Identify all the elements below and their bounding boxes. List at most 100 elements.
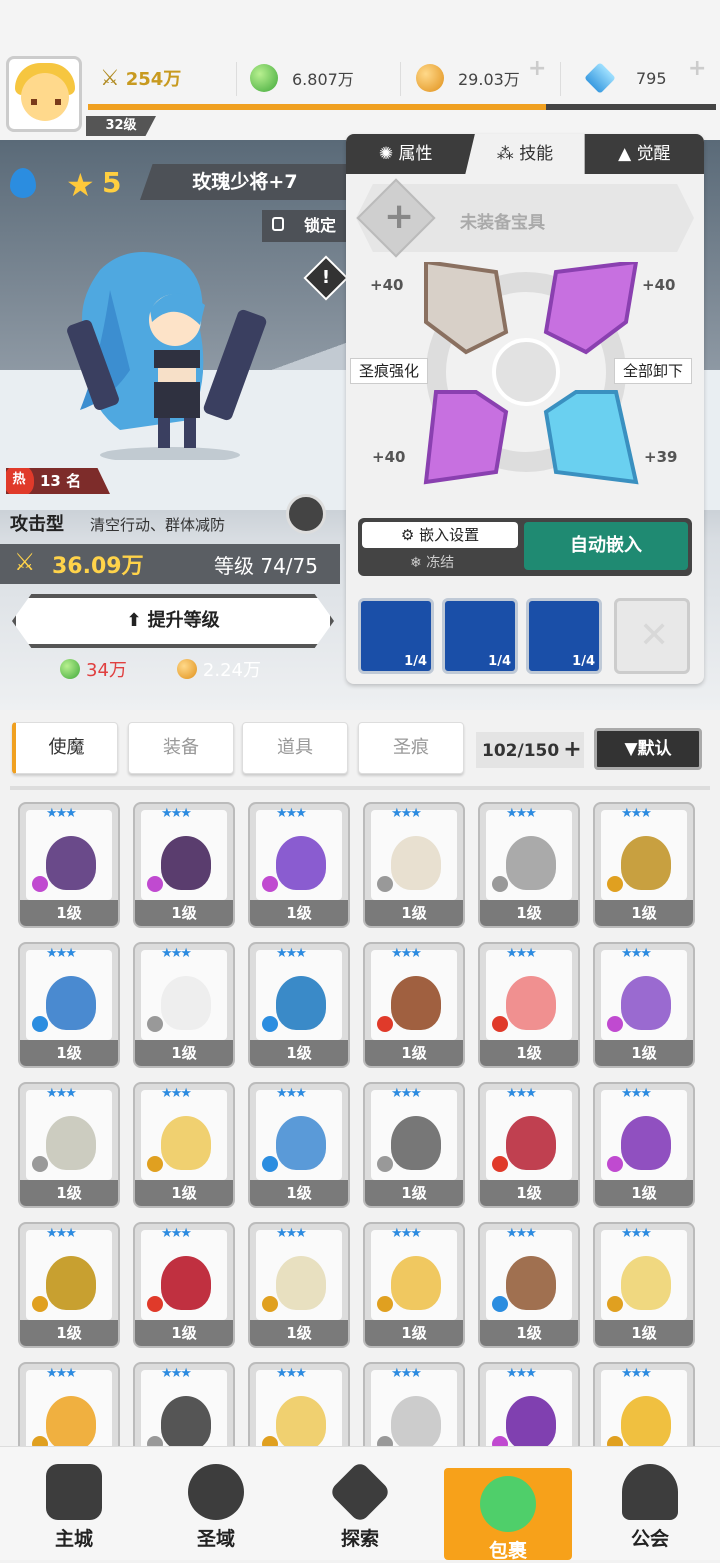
familiar-card[interactable]: ★★★1级 (478, 1362, 580, 1446)
sort-button[interactable]: ▼默认 (594, 728, 702, 770)
familiar-card[interactable]: ★★★1级 (478, 942, 580, 1068)
familiar-level: 1级 (135, 1320, 233, 1346)
hero-character[interactable] (60, 250, 280, 460)
familiar-portrait (256, 810, 342, 900)
familiar-card[interactable]: ★★★1级 (133, 942, 235, 1068)
skill-slot-3[interactable]: 1/4 (526, 598, 602, 674)
tab-attributes[interactable]: ✺ 属性 (346, 134, 465, 174)
plus-icon[interactable]: + (563, 737, 581, 762)
familiar-card[interactable]: ★★★1级 (593, 1362, 695, 1446)
hero-type-description: 清空行动、群体减防 (90, 516, 226, 534)
familiar-portrait (486, 1090, 572, 1180)
element-icon (32, 1016, 48, 1032)
familiar-card[interactable]: ★★★1级 (133, 1082, 235, 1208)
star-rating: ★★★ (46, 946, 77, 961)
familiar-card[interactable]: ★★★1级 (248, 802, 350, 928)
skill-slot-empty: ✕ (614, 598, 690, 674)
familiar-card[interactable]: ★★★1级 (478, 802, 580, 928)
element-icon (607, 1156, 623, 1172)
nav-bag[interactable]: 包裹 (444, 1468, 572, 1562)
star-rating: ★★★ (161, 1086, 192, 1101)
enhance-stigmata-button[interactable]: 圣痕强化 (350, 358, 429, 384)
familiar-card[interactable]: ★★★1级 (248, 1362, 350, 1446)
familiar-card[interactable]: ★★★1级 (478, 1222, 580, 1348)
green-gem-resource: 6.807万 (250, 58, 390, 98)
gold-coin-icon (416, 64, 444, 92)
star-rating: ★★★ (276, 1226, 307, 1241)
green-gem-icon (60, 659, 80, 679)
familiar-card[interactable]: ★★★1级 (18, 1222, 120, 1348)
familiar-card[interactable]: ★★★1级 (18, 802, 120, 928)
nav-explore[interactable]: 探索 (300, 1456, 420, 1556)
familiar-card[interactable]: ★★★1级 (248, 942, 350, 1068)
familiar-card[interactable]: ★★★1级 (363, 1082, 465, 1208)
familiar-card[interactable]: ★★★1级 (363, 1222, 465, 1348)
water-element-icon (10, 168, 36, 198)
nav-main-city[interactable]: 主城 (14, 1456, 134, 1556)
vortex-icon (188, 1464, 244, 1520)
auto-embed-button[interactable]: 自动嵌入 (524, 522, 688, 570)
familiar-card[interactable]: ★★★1级 (133, 802, 235, 928)
familiar-level: 1级 (480, 1180, 578, 1206)
tab-awaken[interactable]: ▲ 觉醒 (585, 134, 704, 174)
familiar-figure (621, 1396, 671, 1446)
familiar-card[interactable]: ★★★1级 (133, 1362, 235, 1446)
stigmata-slot-tl[interactable] (426, 262, 510, 352)
familiar-card[interactable]: ★★★1级 (593, 1222, 695, 1348)
fire-icon: 热 (6, 468, 34, 494)
divider (10, 786, 710, 790)
tab-equipment[interactable]: 装备 (128, 722, 234, 774)
stigmata-slot-tr[interactable] (546, 262, 630, 352)
familiar-portrait (486, 1370, 572, 1446)
blue-diamond-icon (584, 62, 616, 94)
swap-hero-button[interactable] (286, 494, 326, 534)
stigmata-slot-bl[interactable] (426, 392, 510, 482)
freeze-toggle[interactable]: ❄ 冻结 (410, 552, 454, 572)
element-icon (377, 1156, 393, 1172)
guild-helmet-icon (622, 1464, 678, 1520)
familiar-card[interactable]: ★★★1级 (363, 1362, 465, 1446)
add-diamond-icon[interactable]: + (688, 56, 710, 81)
skill-slot-2[interactable]: 1/4 (442, 598, 518, 674)
familiar-level: 1级 (365, 900, 463, 926)
level-up-button[interactable]: ⬆ 提升等级 (12, 594, 334, 648)
familiar-card[interactable]: ★★★1级 (593, 1082, 695, 1208)
tab-familiars[interactable]: 使魔 (12, 722, 118, 774)
familiar-card[interactable]: ★★★1级 (18, 942, 120, 1068)
familiar-card[interactable]: ★★★1级 (363, 802, 465, 928)
star-rating: ★★★ (621, 1366, 652, 1381)
familiar-card[interactable]: ★★★1级 (593, 942, 695, 1068)
skill-slot-1[interactable]: 1/4 (358, 598, 434, 674)
familiar-card[interactable]: ★★★1级 (133, 1222, 235, 1348)
unload-all-button[interactable]: 全部卸下 (614, 358, 693, 384)
familiar-figure (391, 1116, 441, 1170)
tab-items[interactable]: 道具 (242, 722, 348, 774)
familiar-card[interactable]: ★★★1级 (18, 1362, 120, 1446)
nav-guild[interactable]: 公会 (590, 1456, 710, 1556)
nav-sanctuary[interactable]: 圣域 (156, 1456, 276, 1556)
sword-icon (328, 1460, 392, 1524)
tab-skills[interactable]: ⁂ 技能 (465, 134, 585, 174)
stigmata-slot-br[interactable] (546, 392, 630, 482)
familiar-level: 1级 (480, 900, 578, 926)
lock-button[interactable]: 锁定 (262, 210, 346, 242)
tab-stigmata[interactable]: 圣痕 (358, 722, 464, 774)
familiar-card[interactable]: ★★★1级 (248, 1082, 350, 1208)
embed-settings-button[interactable]: ⚙ 嵌入设置 (362, 522, 518, 548)
element-icon (377, 1436, 393, 1446)
plus-icon: + (384, 196, 415, 237)
familiar-card[interactable]: ★★★1级 (18, 1082, 120, 1208)
add-gold-icon[interactable]: + (528, 56, 550, 81)
familiar-card[interactable]: ★★★1级 (248, 1222, 350, 1348)
familiar-card[interactable]: ★★★1级 (363, 942, 465, 1068)
familiar-card[interactable]: ★★★1级 (593, 802, 695, 928)
hero-level: 等级 74/75 (214, 554, 318, 578)
familiar-figure (621, 1116, 671, 1170)
familiar-portrait (486, 810, 572, 900)
diamond-resource: 795 (584, 58, 696, 98)
star-rating: ★★★ (46, 1366, 77, 1381)
element-icon (492, 1156, 508, 1172)
familiar-card[interactable]: ★★★1级 (478, 1082, 580, 1208)
player-avatar[interactable] (6, 56, 82, 132)
star-rating: ★★★ (46, 1226, 77, 1241)
